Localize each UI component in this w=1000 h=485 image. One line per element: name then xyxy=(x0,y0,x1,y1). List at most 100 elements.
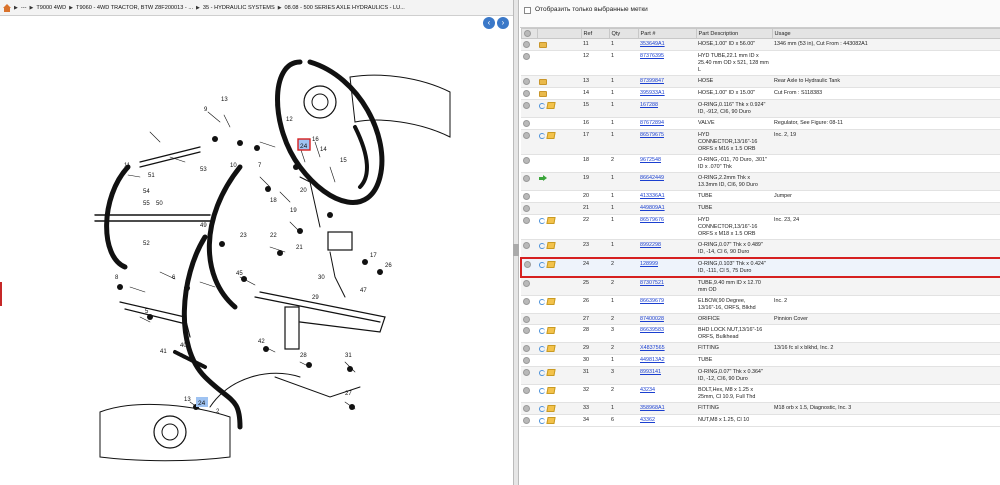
callout-label[interactable]: 29 xyxy=(312,295,319,301)
part-number-link[interactable]: 9672548 xyxy=(640,157,661,163)
select-row-icon[interactable] xyxy=(523,174,530,182)
callout-label[interactable]: 27 xyxy=(345,391,352,397)
part-number-link[interactable]: 87399847 xyxy=(640,78,664,84)
part-number-link[interactable]: 358968A1 xyxy=(640,405,665,411)
package-icon[interactable] xyxy=(546,387,556,395)
table-row[interactable]: 29 2 X4837565 FITTING 13/16 fc sl x blkhd, I… xyxy=(521,342,1000,356)
part-number-link[interactable]: 87307521 xyxy=(640,280,664,286)
row-select-cell[interactable] xyxy=(521,366,537,386)
table-row[interactable]: 11 1 353649A1 HOSE,1.00" ID x 56.00" 1346 mm… xyxy=(521,38,1000,51)
select-row-icon[interactable] xyxy=(523,241,530,249)
package-icon[interactable] xyxy=(546,405,556,413)
select-row-icon[interactable] xyxy=(523,417,530,425)
callout-label[interactable]: 51 xyxy=(148,173,155,179)
callout-label[interactable]: 26 xyxy=(385,263,392,269)
table-row[interactable]: 22 1 86579676 HYD CONNECTOR,13/16"-16 ORFS … xyxy=(521,214,1000,240)
callout-label[interactable]: 24 xyxy=(198,400,206,407)
select-row-icon[interactable] xyxy=(523,204,530,212)
table-row[interactable]: 15 1 167288 O-RING,0.116" Thk x 0.924" ID, … xyxy=(521,99,1000,118)
select-row-icon[interactable] xyxy=(523,216,530,224)
callout-label[interactable]: 22 xyxy=(270,233,277,239)
callout-label[interactable]: 11 xyxy=(124,163,131,169)
row-select-cell[interactable] xyxy=(521,172,537,191)
table-row[interactable]: 26 1 86639679 ELBOW,90 Degree, 13/16"-16, O… xyxy=(521,295,1000,314)
table-row[interactable]: 21 1 449809A1 TUBE xyxy=(521,202,1000,215)
select-row-icon[interactable] xyxy=(523,52,530,60)
part-number-link[interactable]: 8992298 xyxy=(640,242,661,248)
select-row-icon[interactable] xyxy=(523,119,530,127)
header-ref[interactable]: Ref xyxy=(580,28,610,39)
link-icon[interactable] xyxy=(539,387,546,395)
row-select-cell[interactable] xyxy=(521,402,537,416)
table-row[interactable]: 33 1 358968A1 FITTING M18 orb x 1.5, Diagnos… xyxy=(521,402,1000,416)
row-select-cell[interactable] xyxy=(521,214,537,240)
callout-label[interactable]: 15 xyxy=(340,158,347,164)
callout-label[interactable]: 8 xyxy=(115,275,119,281)
green-arrow-icon[interactable] xyxy=(539,174,547,182)
table-row[interactable]: 17 1 86579675 HYD CONNECTOR,13/16"-16 ORFS … xyxy=(521,129,1000,155)
link-icon[interactable] xyxy=(539,327,546,335)
callout-label[interactable]: 13 xyxy=(184,397,191,403)
callout-label[interactable]: 55 xyxy=(143,201,150,207)
callout-label[interactable]: 7 xyxy=(258,163,262,169)
callout-label[interactable]: 28 xyxy=(300,353,307,359)
table-row[interactable]: 16 1 87672894 VALVE Regulator, See Figure: 0… xyxy=(521,117,1000,130)
package-icon[interactable] xyxy=(546,417,556,425)
callout-label[interactable]: 47 xyxy=(360,288,367,294)
callout-label[interactable]: 45 xyxy=(236,271,243,277)
callout-label[interactable]: 31 xyxy=(345,353,352,359)
row-select-cell[interactable] xyxy=(521,129,537,155)
link-icon[interactable] xyxy=(539,132,546,139)
pane-splitter[interactable] xyxy=(513,0,519,485)
table-row[interactable]: 30 1 449813A2 TUBE xyxy=(521,354,1000,368)
callout-label[interactable]: 5 xyxy=(145,309,149,315)
callout-label[interactable]: 13 xyxy=(221,97,228,103)
filter-checkbox[interactable] xyxy=(524,7,531,14)
select-row-icon[interactable] xyxy=(523,327,530,335)
callout-label[interactable]: 21 xyxy=(296,245,303,251)
callout-label[interactable]: 16 xyxy=(312,137,319,143)
table-row[interactable]: 23 1 8992298 O-RING,0.07" Thk x 0.489" ID, … xyxy=(521,239,1000,259)
table-row[interactable]: 27 2 87400028 ORIFICE Pinnion Cover xyxy=(521,313,1000,326)
parts-diagram[interactable]: 9 13 11 6 12 16 14 15 53 51 54 55 50 52 … xyxy=(0,17,512,485)
row-select-cell[interactable] xyxy=(521,50,537,76)
row-select-cell[interactable] xyxy=(521,99,537,118)
header-description[interactable]: Part Description xyxy=(695,28,773,39)
link-icon[interactable] xyxy=(539,102,546,109)
callout-label[interactable]: 50 xyxy=(156,201,163,207)
callout-label[interactable]: 9 xyxy=(204,107,208,113)
package-icon[interactable] xyxy=(546,241,556,249)
part-number-link[interactable]: 449813A2 xyxy=(640,357,665,363)
part-number-link[interactable]: 395933A1 xyxy=(640,90,665,96)
table-row[interactable]: 14 1 395933A1 HOSE,1.00" ID x 15.00" Cut Fro… xyxy=(521,87,1000,100)
row-select-cell[interactable] xyxy=(521,117,537,130)
table-row[interactable]: 12 1 87376395 HYD TUBE,22.1 mm ID x 25.40 m… xyxy=(521,50,1000,76)
row-select-cell[interactable] xyxy=(521,202,537,215)
part-number-link[interactable]: X4837565 xyxy=(640,345,665,351)
package-icon[interactable] xyxy=(546,369,556,377)
header-usage[interactable]: Usage xyxy=(771,28,1000,39)
part-number-link[interactable]: 167288 xyxy=(640,102,658,108)
table-row[interactable]: 18 2 9672548 O-RING,-011, 70 Duro, .301" ID… xyxy=(521,154,1000,173)
header-select[interactable] xyxy=(520,28,538,39)
part-number-link[interactable]: 449809A1 xyxy=(640,205,665,211)
callout-label[interactable]: 49 xyxy=(200,223,207,229)
select-row-icon[interactable] xyxy=(523,297,530,305)
package-icon[interactable] xyxy=(546,345,556,353)
table-row[interactable]: 25 2 87307521 TUBE,9.40 mm ID x 12.70 mm OD xyxy=(521,276,1000,296)
header-part[interactable]: Part # xyxy=(637,28,697,39)
link-icon[interactable] xyxy=(539,298,546,305)
part-number-link[interactable]: 8993141 xyxy=(640,369,661,375)
row-select-cell[interactable] xyxy=(521,354,537,368)
part-number-link[interactable]: 413336A1 xyxy=(640,193,665,199)
link-icon[interactable] xyxy=(539,242,546,249)
callout-label[interactable]: 41 xyxy=(160,349,167,355)
arrow-right-icon[interactable]: › xyxy=(497,17,509,29)
folder-icon[interactable] xyxy=(539,90,547,97)
select-row-icon[interactable] xyxy=(523,387,530,395)
part-number-link[interactable]: 43362 xyxy=(640,417,655,423)
part-number-link[interactable]: 86639583 xyxy=(640,327,664,333)
select-row-icon[interactable] xyxy=(524,260,531,268)
row-select-cell[interactable] xyxy=(521,342,537,356)
select-row-icon[interactable] xyxy=(523,315,530,323)
